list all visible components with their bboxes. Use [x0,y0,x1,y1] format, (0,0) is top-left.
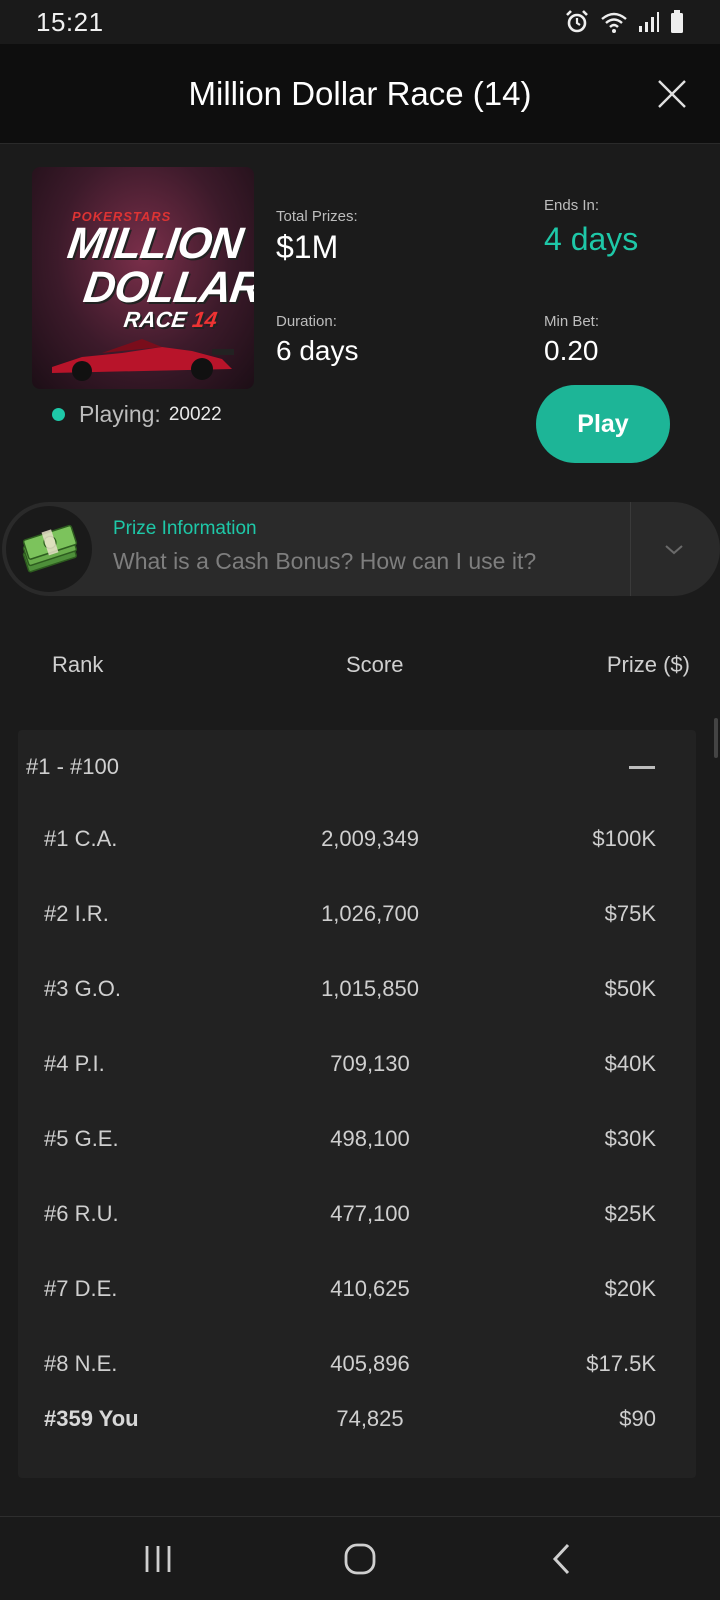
leaderboard: #1 - #100 #1 C.A. 2,009,349 $100K #2 I.R… [18,730,696,1478]
row-prize: $100K [592,826,656,851]
collapse-group-icon[interactable] [629,766,655,769]
my-score: 74,825 [336,1406,404,1431]
table-row: #2 I.R. 1,026,700 $75K [18,901,696,941]
duration-label: Duration: [276,313,337,330]
home-icon [344,1543,376,1575]
row-score: 498,100 [330,1126,410,1151]
row-prize: $30K [604,1126,656,1151]
close-button[interactable] [652,74,692,114]
playing-count: 20022 [168,403,222,425]
my-rank-row: #359 You 74,825 $90 [18,1406,696,1446]
play-button[interactable]: Play [536,385,670,463]
cash-stack-icon [22,524,78,573]
my-rank: #359 You [44,1406,139,1431]
playing-label: Playing: [79,401,161,427]
page-title: Million Dollar Race (14) [188,74,532,112]
race-car-icon [52,339,234,381]
wifi-icon [601,12,627,33]
row-prize: $20K [604,1276,656,1301]
row-prize: $75K [604,901,656,926]
table-row: #4 P.I. 709,130 $40K [18,1051,696,1091]
recent-apps-button[interactable] [136,1539,180,1579]
signal-icon [639,12,659,32]
status-time: 15:21 [36,6,104,37]
status-bar: 15:21 [0,0,720,44]
ends-in-value: 4 days [544,221,639,257]
playing-count-row: Playing: 20022 [52,401,222,428]
min-bet-value: 0.20 [544,335,599,366]
money-icon-circle [6,506,92,592]
live-dot-icon [52,408,65,421]
table-row: #1 C.A. 2,009,349 $100K [18,826,696,866]
row-score: 477,100 [330,1201,410,1226]
total-prizes-label: Total Prizes: [276,208,358,225]
row-score: 1,026,700 [321,901,419,926]
table-row: #6 R.U. 477,100 $25K [18,1201,696,1241]
recent-apps-icon [145,1546,171,1572]
min-bet-label: Min Bet: [544,313,600,330]
battery-icon [671,10,683,33]
ends-in-label: Ends In: [544,197,600,214]
close-icon [658,80,686,108]
status-icons [564,9,684,35]
back-icon [552,1543,570,1575]
row-rank: #3 G.O. [44,976,122,1001]
rank-group-label: #1 - #100 [26,754,119,779]
table-row: #7 D.E. 410,625 $20K [18,1276,696,1316]
column-header-prize: Prize ($) [606,652,690,677]
scrollbar[interactable] [714,718,718,758]
row-prize: $17.5K [586,1351,656,1376]
row-prize: $25K [604,1201,656,1226]
screen: 15:21 Million Dollar Race (14) POKERSTAR… [0,0,720,1600]
row-rank: #6 R.U. [44,1201,119,1226]
row-rank: #1 C.A. [44,826,118,851]
row-rank: #5 G.E. [44,1126,119,1151]
back-button[interactable] [540,1539,584,1579]
chevron-down-icon[interactable] [662,538,686,560]
total-prizes-value: $1M [276,229,339,265]
race-info: POKERSTARS MILLION DOLLAR RACE 14 Total … [0,145,720,475]
prize-info-subtitle: What is a Cash Bonus? How can I use it? [113,548,537,574]
duration-value: 6 days [276,335,359,366]
column-header-rank: Rank [52,652,104,677]
row-rank: #7 D.E. [44,1276,118,1301]
row-prize: $40K [604,1051,656,1076]
table-row: #8 N.E. 405,896 $17.5K [18,1351,696,1391]
row-prize: $50K [604,976,656,1001]
row-score: 1,015,850 [321,976,419,1001]
row-rank: #8 N.E. [44,1351,118,1376]
table-row: #3 G.O. 1,015,850 $50K [18,976,696,1016]
row-rank: #2 I.R. [44,901,109,926]
my-prize: $90 [619,1406,656,1431]
row-score: 2,009,349 [321,826,419,851]
accordion-divider [630,502,631,596]
prize-info-title: Prize Information [113,518,257,539]
row-rank: #4 P.I. [44,1051,105,1076]
home-button[interactable] [338,1539,382,1579]
promo-line1: MILLION [64,219,246,268]
row-score: 410,625 [330,1276,410,1301]
column-header-score: Score [346,652,404,677]
row-score: 405,896 [330,1351,410,1376]
system-navigation-bar [0,1516,720,1600]
header: Million Dollar Race (14) [0,44,720,144]
alarm-icon [566,10,588,33]
table-row: #5 G.E. 498,100 $30K [18,1126,696,1166]
row-score: 709,130 [330,1051,410,1076]
promo-line2: DOLLAR [80,263,254,312]
race-thumbnail: POKERSTARS MILLION DOLLAR RACE 14 [32,167,254,389]
prize-information-accordion[interactable]: Prize Information What is a Cash Bonus? … [2,502,720,596]
